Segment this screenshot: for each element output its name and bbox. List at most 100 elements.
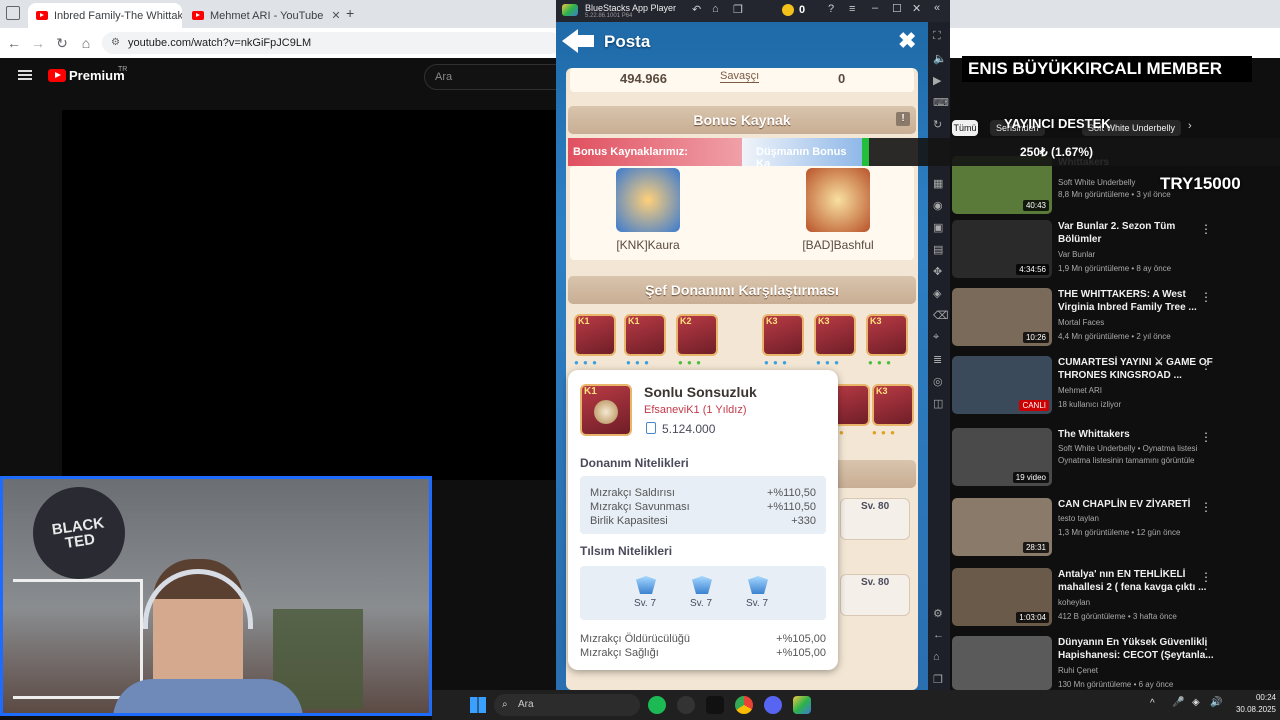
tab-menu-icon[interactable] — [6, 6, 20, 20]
bluestacks-sidebar: ⛶ 🔈 ▶ ⌨ ↻ ▦ ◉ ▣ ▤ ✥ ◈ ⌫ ⌖ ≣ ◎ ◫ ⚙ ← ⌂ ❐ — [928, 22, 950, 690]
eraser-icon[interactable]: ⌫ — [933, 309, 949, 322]
bashful-avatar[interactable] — [806, 168, 870, 232]
tray-chevron-icon[interactable]: ^ — [1150, 698, 1155, 709]
video-thumbnail — [952, 636, 1052, 690]
close-icon[interactable]: ✖ — [898, 28, 916, 54]
move-icon[interactable]: ✥ — [933, 265, 942, 278]
capcut-icon[interactable] — [706, 696, 724, 714]
fullscreen-icon[interactable]: ⛶ — [933, 30, 941, 43]
shake-icon[interactable]: ◈ — [933, 287, 941, 300]
gear-slot[interactable]: K2 — [676, 314, 718, 356]
video-item[interactable]: 10:26 THE WHITTAKERS: A West Virginia In… — [950, 288, 1280, 354]
kaura-avatar[interactable] — [616, 168, 680, 232]
minimize-icon[interactable]: – — [872, 2, 878, 14]
video-item[interactable]: 28:31 CAN CHAPLİN EV ZİYARETİ testo tayl… — [950, 498, 1280, 564]
video-channel: Ruhi Çenet — [1058, 666, 1099, 675]
tab-mehmet-ari[interactable]: Mehmet ARI - YouTube ✕ — [184, 3, 340, 28]
collapse-icon[interactable]: « — [934, 2, 940, 14]
app-icon[interactable] — [677, 696, 695, 714]
gear-slot[interactable]: K1 — [624, 314, 666, 356]
keyboard-icon[interactable]: ⌨ — [933, 96, 949, 109]
volume-icon[interactable]: 🔈 — [933, 52, 947, 65]
clock-time[interactable]: 00:24 — [1240, 693, 1276, 702]
video-item[interactable]: 4:34:56 Var Bunlar 2. Sezon Tüm Bölümler… — [950, 220, 1280, 286]
menu-icon[interactable] — [18, 70, 32, 80]
bluestacks-taskbar-icon[interactable] — [793, 696, 811, 714]
eco-icon[interactable]: ◎ — [933, 375, 943, 388]
more-options-icon[interactable]: ⋮ — [1200, 222, 1212, 236]
back-icon[interactable]: ↶ — [692, 3, 701, 16]
back-icon[interactable]: ← — [4, 33, 24, 53]
home-icon[interactable]: ⌂ — [712, 3, 719, 15]
video-meta: 18 kullanıcı izliyor — [1058, 400, 1122, 409]
reload-icon[interactable]: ↻ — [52, 33, 72, 53]
hero-level-card[interactable]: Sv. 80 — [840, 498, 910, 540]
bluestacks-window: BlueStacks App Player 5.22.86.1001 P64 ↶… — [556, 0, 950, 690]
youtube-logo-icon[interactable] — [48, 69, 66, 82]
location-icon[interactable]: ⌖ — [933, 331, 939, 344]
macro-icon[interactable]: ▦ — [933, 177, 943, 190]
more-options-icon[interactable]: ⋮ — [1200, 290, 1212, 304]
volume-icon[interactable]: 🔊 — [1210, 697, 1222, 708]
spotify-icon[interactable] — [648, 696, 666, 714]
network-icon[interactable]: ◈ — [1192, 697, 1200, 708]
tab-whittakers[interactable]: Inbred Family-The Whittakers - ✕ — [28, 3, 182, 28]
hero-level-card[interactable]: Sv. 80 — [840, 574, 910, 616]
forward-icon[interactable]: → — [28, 33, 48, 53]
recent-apps-icon[interactable]: ❐ — [933, 673, 943, 686]
stack-icon[interactable]: ≣ — [933, 353, 942, 366]
close-tab-icon[interactable]: ✕ — [323, 9, 340, 22]
video-item[interactable]: 1:03:04 Antalya' nın EN TEHLİKELİ mahall… — [950, 568, 1280, 634]
record-icon[interactable]: ▣ — [933, 221, 943, 234]
video-item[interactable]: CANLI CUMARTESİ YAYINI ⚔ GAME OF THRONES… — [950, 356, 1280, 422]
chip-all[interactable]: Tümü — [952, 120, 978, 136]
microphone-icon[interactable]: 🎤 — [1172, 697, 1184, 708]
url-input[interactable]: ⚙ youtube.com/watch?v=nkGiFpJC9LM — [102, 32, 562, 54]
media-icon[interactable]: ▶ — [933, 74, 941, 87]
menu-icon[interactable]: ≡ — [849, 3, 855, 15]
chevron-right-icon[interactable]: › — [1188, 120, 1192, 132]
clock-date[interactable]: 30.08.2025 — [1232, 705, 1276, 714]
more-options-icon[interactable]: ⋮ — [1200, 500, 1212, 514]
bonus-section-title: Bonus Kaynak ! — [568, 106, 916, 134]
screenshot-icon[interactable]: ◉ — [933, 199, 943, 212]
gear-slot[interactable]: K3 — [872, 384, 914, 426]
gear-slot[interactable]: K3 — [866, 314, 908, 356]
site-info-icon[interactable]: ⚙ — [111, 32, 120, 54]
windows-start-icon[interactable] — [470, 697, 486, 713]
gear-slot[interactable]: K3 — [814, 314, 856, 356]
hero-level: Sv. 80 — [861, 577, 890, 588]
video-meta: 1,9 Mn görüntüleme • 8 ay önce — [1058, 264, 1172, 273]
gem-icon[interactable] — [692, 576, 712, 594]
more-options-icon[interactable]: ⋮ — [1200, 570, 1212, 584]
rotate-icon[interactable]: ↻ — [933, 118, 942, 131]
gem-icon[interactable] — [748, 576, 768, 594]
back-icon[interactable]: ← — [933, 629, 944, 641]
multitask-icon[interactable]: ❐ — [733, 3, 743, 16]
info-icon[interactable]: ! — [896, 112, 910, 126]
discord-icon[interactable] — [764, 696, 782, 714]
video-item[interactable]: 19 video The Whittakers Soft White Under… — [950, 428, 1280, 494]
home-icon[interactable]: ⌂ — [933, 651, 940, 663]
video-player[interactable] — [62, 110, 556, 480]
chrome-icon[interactable] — [735, 696, 753, 714]
search-input[interactable]: Ara — [424, 64, 564, 90]
multi-instance-icon[interactable]: ◫ — [933, 397, 943, 410]
more-options-icon[interactable]: ⋮ — [1200, 638, 1212, 652]
bluestacks-version: 5.22.86.1001 P64 — [585, 13, 633, 19]
help-icon[interactable]: ? — [828, 3, 834, 15]
new-tab-button[interactable]: + — [346, 5, 354, 21]
close-icon[interactable]: ✕ — [912, 2, 921, 15]
settings-icon[interactable]: ⚙ — [933, 607, 943, 620]
view-playlist-link[interactable]: Oynatma listesinin tamamını görüntüle — [1058, 456, 1195, 465]
more-options-icon[interactable]: ⋮ — [1200, 430, 1212, 444]
more-options-icon[interactable]: ⋮ — [1200, 358, 1212, 372]
gear-slot[interactable]: K1 — [574, 314, 616, 356]
gallery-icon[interactable]: ▤ — [933, 243, 943, 256]
home-icon[interactable]: ⌂ — [76, 33, 96, 53]
back-arrow-icon[interactable] — [562, 28, 594, 54]
taskbar-search[interactable]: ⌕ Ara — [494, 694, 640, 716]
maximize-icon[interactable]: ☐ — [892, 2, 902, 15]
gem-icon[interactable] — [636, 576, 656, 594]
gear-slot[interactable]: K3 — [762, 314, 804, 356]
